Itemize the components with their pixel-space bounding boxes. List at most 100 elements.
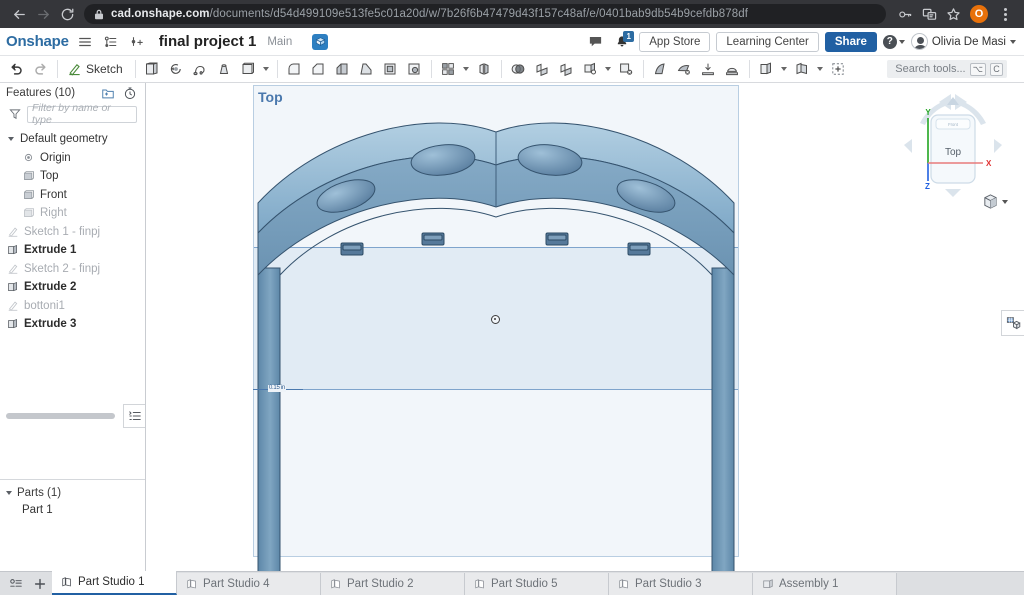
- key-icon[interactable]: [894, 3, 916, 25]
- feature-label: bottoni1: [24, 299, 65, 312]
- undo-icon[interactable]: [5, 58, 28, 81]
- move-face-icon[interactable]: [579, 58, 602, 81]
- feature-row-origin[interactable]: Origin: [0, 149, 145, 168]
- chevron-down-icon[interactable]: [815, 58, 826, 81]
- share-button[interactable]: Share: [824, 31, 877, 52]
- version-graph-icon[interactable]: [101, 32, 121, 52]
- kebab-menu-icon[interactable]: [994, 3, 1016, 25]
- address-bar[interactable]: cad.onshape.com/documents/d54d499109e513…: [84, 4, 886, 24]
- chevron-down-icon[interactable]: [6, 135, 15, 144]
- axis-y-label: Y: [925, 108, 931, 117]
- history-timer-icon[interactable]: [121, 84, 139, 102]
- tab-part-studio-2[interactable]: Part Studio 2: [321, 573, 465, 595]
- notifications-button[interactable]: 1: [611, 30, 635, 52]
- boolean-icon[interactable]: [507, 58, 530, 81]
- add-custom-feature-icon[interactable]: [827, 58, 850, 81]
- workspace-badge-icon[interactable]: [312, 33, 329, 50]
- comment-icon[interactable]: [585, 32, 605, 52]
- redo-icon[interactable]: [29, 58, 52, 81]
- feature-row-sketch-1[interactable]: Sketch 1 - finpj: [0, 223, 145, 242]
- feature-tree-scrollbar[interactable]: [6, 413, 115, 419]
- hamburger-menu-icon[interactable]: [75, 32, 95, 52]
- add-tab-icon[interactable]: [28, 572, 52, 595]
- revolve-icon[interactable]: [165, 58, 188, 81]
- extrude-icon[interactable]: [141, 58, 164, 81]
- document-title[interactable]: final project 1: [159, 33, 257, 50]
- view-cube[interactable]: Front Top Y X Z: [898, 93, 1008, 208]
- offset-surface-icon[interactable]: [673, 58, 696, 81]
- chevron-down-icon[interactable]: [603, 58, 614, 81]
- feature-row-extrude-1[interactable]: Extrude 1: [0, 241, 145, 260]
- feature-row-sketch-2[interactable]: Sketch 2 - finpj: [0, 260, 145, 279]
- tab-assembly-1[interactable]: Assembly 1: [753, 573, 897, 595]
- tab-part-studio-1[interactable]: Part Studio 1: [52, 571, 177, 595]
- view-orientation-menu[interactable]: [982, 193, 1008, 210]
- sheet-metal-icon[interactable]: [755, 58, 778, 81]
- learning-center-button[interactable]: Learning Center: [716, 31, 819, 52]
- feature-row-front-plane[interactable]: Front: [0, 186, 145, 205]
- enclose-icon[interactable]: [697, 58, 720, 81]
- feature-row-bottoni1[interactable]: bottoni1: [0, 297, 145, 316]
- tab-part-studio-5[interactable]: Part Studio 5: [465, 573, 609, 595]
- transform-icon[interactable]: [555, 58, 578, 81]
- filter-funnel-icon[interactable]: [8, 107, 22, 121]
- document-branch[interactable]: Main: [267, 36, 292, 48]
- rib-icon[interactable]: [355, 58, 378, 81]
- plane-icon: [22, 188, 35, 201]
- browser-profile-avatar[interactable]: O: [970, 5, 988, 23]
- mirror-icon[interactable]: [473, 58, 496, 81]
- hole-icon[interactable]: [403, 58, 426, 81]
- sweep-icon[interactable]: [189, 58, 212, 81]
- chevron-down-icon[interactable]: [261, 58, 272, 81]
- cad-model[interactable]: [146, 83, 1024, 571]
- forward-arrow-icon[interactable]: [32, 3, 54, 25]
- pattern-icon[interactable]: [437, 58, 460, 81]
- back-arrow-icon[interactable]: [8, 3, 30, 25]
- feature-row-top-plane[interactable]: Top: [0, 167, 145, 186]
- star-icon[interactable]: [942, 3, 964, 25]
- reload-icon[interactable]: [56, 3, 78, 25]
- feature-row-right-plane[interactable]: Right: [0, 204, 145, 223]
- user-menu[interactable]: Olivia De Masi: [910, 33, 1016, 50]
- tab-part-studio-3[interactable]: Part Studio 3: [609, 573, 753, 595]
- help-menu[interactable]: ?: [882, 34, 905, 49]
- split-icon[interactable]: [531, 58, 554, 81]
- sketch-dimension[interactable]: 0.15 in: [253, 385, 303, 393]
- feature-row-extrude-3[interactable]: Extrude 3: [0, 315, 145, 334]
- app-store-button[interactable]: App Store: [639, 31, 711, 52]
- shell-icon[interactable]: [379, 58, 402, 81]
- insert-version-icon[interactable]: [127, 32, 147, 52]
- sketch-button[interactable]: Sketch: [63, 58, 130, 81]
- part-studio-list-icon[interactable]: [791, 58, 814, 81]
- origin-point-icon[interactable]: [491, 315, 500, 324]
- search-tools-field[interactable]: Search tools... ⌥ C: [887, 60, 1007, 78]
- chevron-down-icon[interactable]: [779, 58, 790, 81]
- appearance-panel-icon[interactable]: [1001, 310, 1024, 336]
- thicken-icon[interactable]: [237, 58, 260, 81]
- feature-row-default-geometry[interactable]: Default geometry: [0, 130, 145, 149]
- tab-part-studio-4[interactable]: Part Studio 4: [177, 573, 321, 595]
- replace-face-icon[interactable]: [649, 58, 672, 81]
- chamfer-icon[interactable]: [307, 58, 330, 81]
- graphics-viewport[interactable]: Top 0.15 in Front Top Y X Z: [146, 83, 1024, 571]
- feature-filter-input[interactable]: Filter by name or type: [27, 102, 137, 126]
- sketch-icon: [6, 299, 19, 312]
- tab-list-icon[interactable]: [4, 572, 28, 595]
- chevron-down-icon[interactable]: [461, 58, 472, 81]
- extensions-icon[interactable]: [918, 3, 940, 25]
- new-folder-icon[interactable]: [99, 84, 117, 102]
- fillet-icon[interactable]: [283, 58, 306, 81]
- loft-icon[interactable]: [213, 58, 236, 81]
- chevron-down-icon[interactable]: [1002, 199, 1008, 204]
- delete-face-icon[interactable]: [615, 58, 638, 81]
- draft-icon[interactable]: [331, 58, 354, 81]
- parts-list-item[interactable]: Part 1: [0, 501, 145, 519]
- onshape-logo[interactable]: Onshape: [6, 33, 69, 50]
- feature-row-extrude-2[interactable]: Extrude 2: [0, 278, 145, 297]
- parts-header[interactable]: Parts (1): [0, 484, 145, 501]
- feature-list-icon[interactable]: [123, 404, 145, 428]
- part-tools-icon[interactable]: [721, 58, 744, 81]
- feature-list: Default geometry Origin Top Front Right …: [0, 125, 145, 334]
- chevron-down-icon[interactable]: [4, 488, 13, 497]
- cube-top-label: Front: [948, 122, 959, 127]
